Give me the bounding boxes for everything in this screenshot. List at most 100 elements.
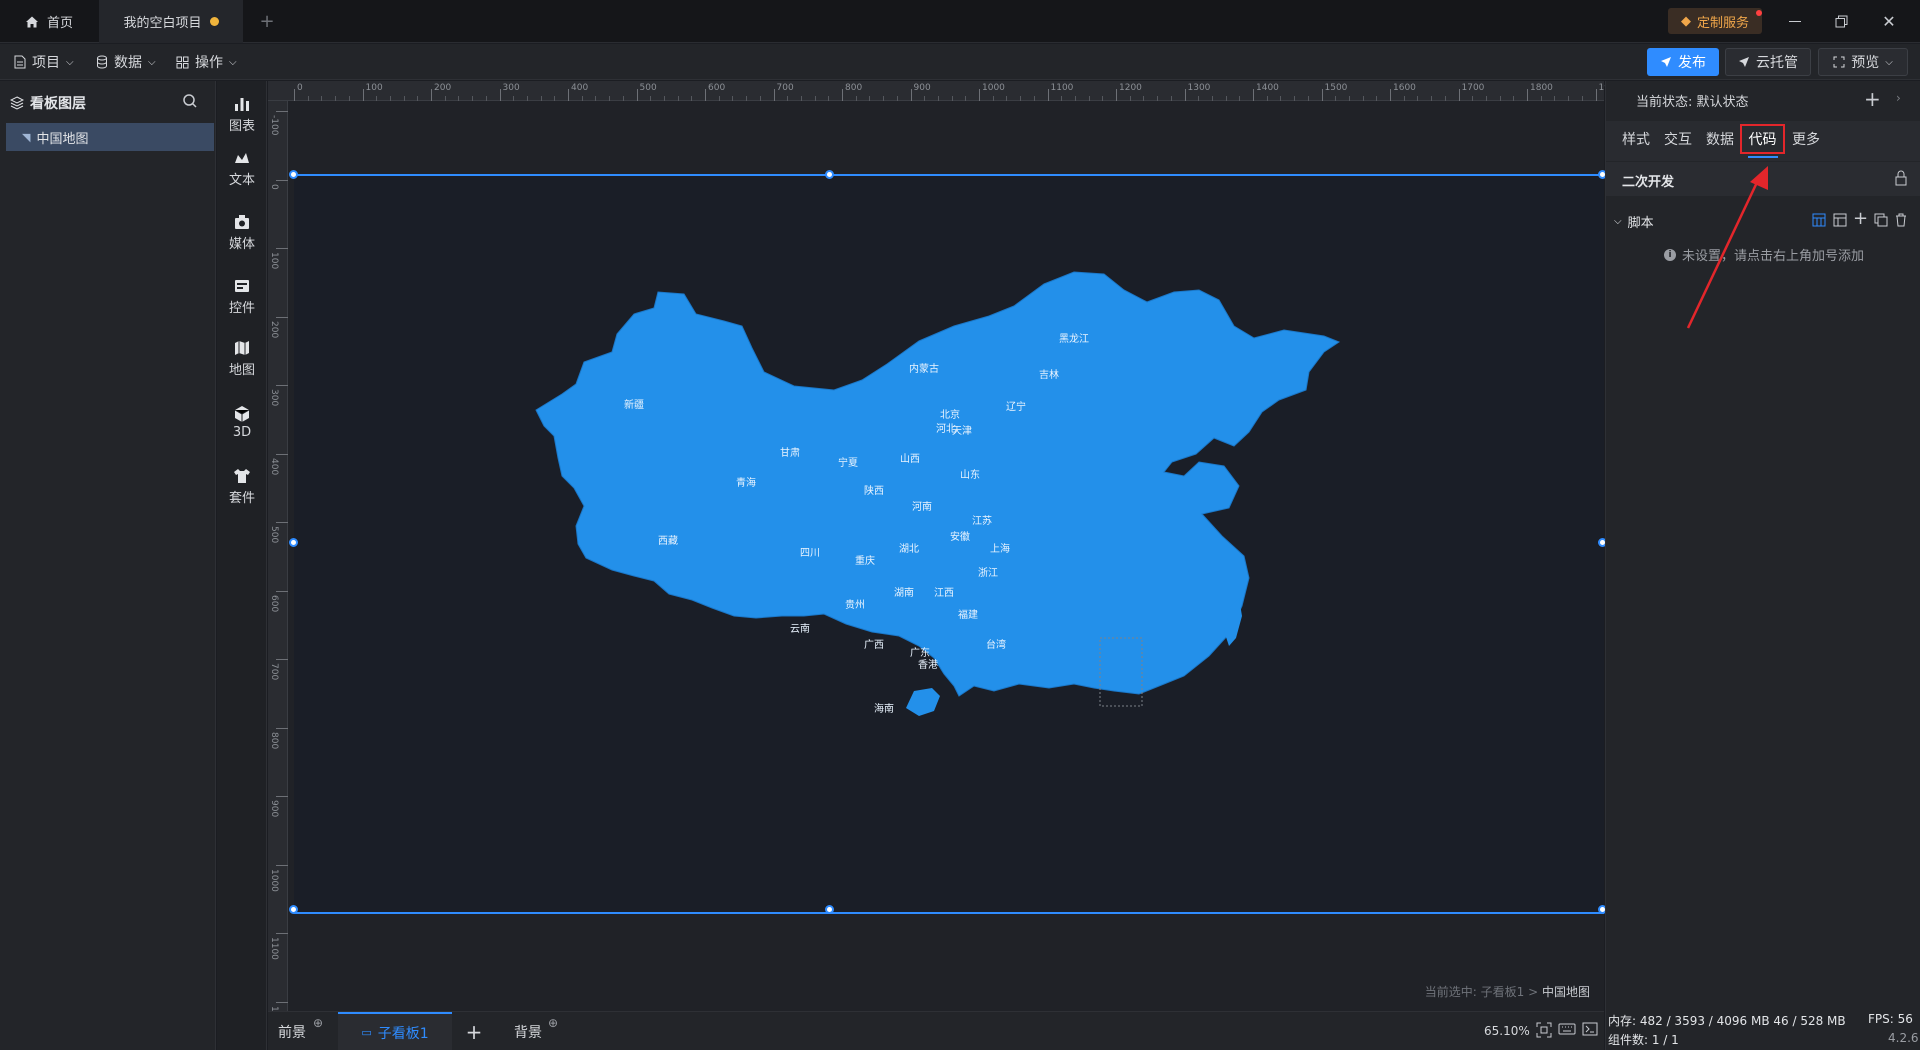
console-button[interactable] [1582,1022,1600,1038]
layout-table-button[interactable] [1812,213,1826,227]
ruler-minor-tick [1061,96,1063,101]
breadcrumb-prefix: 当前选中: [1424,985,1477,999]
tab-more[interactable]: 更多 [1788,126,1824,152]
ruler-tick [276,385,288,386]
component-widget[interactable]: 控件 [217,271,267,321]
lock-icon [1895,170,1907,186]
ruler-label: 1100 [1050,83,1074,93]
tab-home[interactable]: 首页 [0,0,98,43]
resize-handle-bottom-left[interactable] [289,905,298,914]
ruler-minor-tick [335,96,337,101]
ruler-label: 200 [269,320,279,338]
menu-project-label: 项目 [32,55,60,71]
ruler-tick [276,453,288,455]
resize-handle-left[interactable] [289,538,298,547]
add-board-button[interactable]: + [464,1012,484,1050]
ruler-minor-tick [513,96,515,101]
tab-style-label: 样式 [1622,132,1650,148]
resize-handle-top-left[interactable] [289,170,298,179]
plus-icon: + [1864,87,1881,111]
ruler-minor-tick [609,96,611,101]
resize-handle-bottom[interactable] [825,905,834,914]
keyboard-icon [1558,1023,1576,1035]
tab-project[interactable]: 我的空白项目 [99,0,243,43]
add-foreground-icon[interactable]: ⊕ [313,1016,323,1030]
zoom-level[interactable]: 65.10% [1484,1024,1530,1038]
menu-operations[interactable]: 操作 ⌵ [176,50,237,74]
fullscreen-icon [1833,56,1845,68]
restore-button[interactable] [1826,8,1856,34]
ruler-tick [1595,89,1597,101]
component-media[interactable]: 媒体 [217,207,267,257]
menu-operations-label: 操作 [195,55,223,71]
ruler-tick [276,727,288,729]
bottom-bar: 前景 ⊕ ▭ 子看板1 + 背景 ⊕ 65.10% [268,1011,1604,1050]
add-state-button[interactable]: + [1864,87,1881,111]
ruler-tick [276,1001,288,1003]
plus-icon: + [259,11,275,32]
custom-service-button[interactable]: ◆ 定制服务 [1668,8,1762,34]
ruler-tick [294,89,295,101]
ruler-minor-tick [732,96,734,101]
tab-style[interactable]: 样式 [1618,126,1654,152]
active-tab-indicator [1748,156,1778,158]
layer-item-china-map[interactable]: ◥ 中国地图 [6,123,214,151]
ruler-minor-tick [759,96,761,101]
cloud-hosting-button[interactable]: 云托管 [1725,48,1811,76]
tab-code[interactable]: 代码 [1740,124,1785,154]
province-label: 山西 [900,453,920,465]
preview-button[interactable]: 预览 ⌵ [1818,48,1908,76]
expand-icon[interactable]: › [1896,91,1901,105]
add-background-icon[interactable]: ⊕ [548,1016,558,1030]
menu-project[interactable]: 项目 ⌵ [14,50,74,74]
new-tab-button[interactable]: + [255,0,279,43]
province-label: 重庆 [855,554,875,567]
ruler-tick [276,522,288,523]
ruler-label: 1400 [1256,83,1279,93]
ruler-minor-tick [951,96,953,101]
monitor-icon: ▭ [361,1026,372,1039]
chevron-down-icon: ⌵ [229,56,237,68]
tab-interaction[interactable]: 交互 [1660,126,1696,152]
ruler-minor-tick [1403,96,1405,101]
tab-background-label: 背景 [514,1024,542,1041]
lock-button[interactable] [1894,170,1908,186]
ruler-minor-tick [1431,96,1433,101]
layout-panel-button[interactable] [1833,213,1847,227]
delete-button[interactable] [1894,213,1908,227]
component-suite[interactable]: 套件 [217,461,267,511]
table-icon [1812,213,1826,227]
component-text[interactable]: 文本 [217,143,267,193]
tab-foreground-label: 前景 [278,1024,306,1041]
chevron-down-icon: ⌵ [1614,216,1622,227]
china-map[interactable]: 黑龙江吉林辽宁内蒙古北京河北天津山西山东新疆甘肃宁夏陕西河南青海西藏四川重庆湖北… [294,176,1604,912]
tab-data[interactable]: 数据 [1702,126,1738,152]
ruler-label: -100 [269,115,279,136]
dashboard-canvas[interactable]: 黑龙江 吉林 辽宁 内蒙古 北京 河北 天津 山西 山东 新疆 甘肃 宁夏 陕西 河南 青海 西藏 四川 重庆 湖北… [289,170,1607,914]
fit-screen-button[interactable] [1536,1022,1552,1038]
ruler-minor-tick [1485,96,1487,101]
ruler-minor-tick [1417,96,1419,101]
add-script-button[interactable]: + [1853,208,1868,229]
resize-handle-top[interactable] [825,170,834,179]
state-value[interactable]: 默认状态 [1697,95,1749,110]
menu-data[interactable]: 数据 ⌵ [96,50,156,74]
publish-button[interactable]: 发布 [1647,48,1719,76]
layer-search-button[interactable] [182,93,200,111]
tab-sub-board[interactable]: ▭ 子看板1 [338,1012,452,1050]
ruler-minor-tick [1554,96,1556,101]
fit-screen-icon [1536,1022,1552,1038]
minimize-button[interactable] [1780,8,1810,34]
keyboard-button[interactable] [1558,1022,1576,1038]
ruler-tick [499,89,501,101]
close-button[interactable]: ✕ [1874,8,1904,34]
component-chart[interactable]: 图表 [217,89,267,139]
script-group[interactable]: ⌵ 脚本 [1614,212,1654,231]
component-3d[interactable]: 3D [217,397,267,447]
ruler-minor-tick [1266,96,1268,101]
ruler-minor-tick [1499,96,1501,101]
province-label: 江苏 [972,514,992,527]
copy-button[interactable] [1874,213,1888,227]
component-map[interactable]: 地图 [217,333,267,383]
ruler-minor-tick [307,96,309,101]
